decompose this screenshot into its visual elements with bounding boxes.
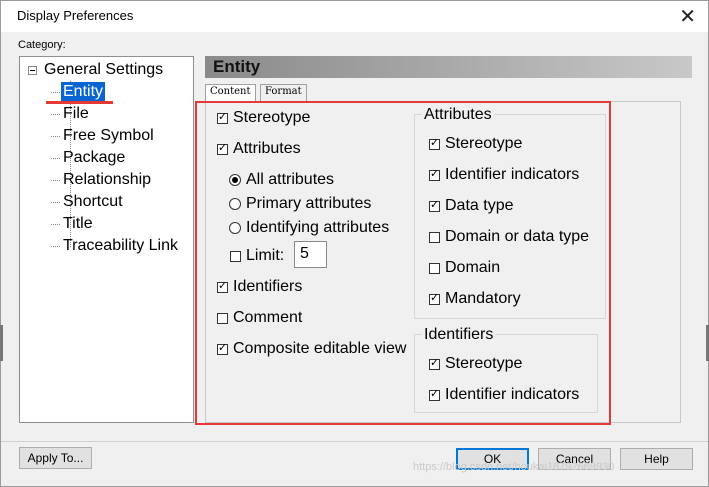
window-title: Display Preferences	[17, 8, 134, 23]
section-header: Entity	[205, 56, 692, 78]
tree-item-file[interactable]: File	[63, 104, 89, 124]
collapse-icon[interactable]	[28, 66, 37, 75]
tree-connector	[51, 180, 60, 181]
help-button[interactable]: Help	[620, 448, 693, 470]
tree-item-shortcut[interactable]: Shortcut	[63, 192, 123, 212]
tree-item-title[interactable]: Title	[63, 214, 93, 234]
category-tree[interactable]: General Settings Entity File Free Symbol…	[19, 56, 194, 423]
display-preferences-dialog: Display Preferences ✕ Category: General …	[0, 0, 709, 487]
tree-connector	[51, 158, 60, 159]
tree-item-relationship[interactable]: Relationship	[63, 170, 151, 190]
tree-connector	[51, 224, 60, 225]
divider	[1, 441, 708, 442]
annotation-highlight-box	[195, 101, 611, 425]
section-title: Entity	[213, 57, 261, 76]
tree-item-entity[interactable]: Entity	[61, 82, 106, 102]
tab-format[interactable]: Format	[260, 84, 307, 101]
tree-connector	[51, 202, 60, 203]
title-bar: Display Preferences ✕	[1, 1, 708, 32]
background-edge	[0, 325, 3, 361]
tree-connector	[51, 92, 60, 93]
tree-connector	[51, 246, 60, 247]
tree-item-general-settings[interactable]: General Settings	[44, 60, 163, 80]
apply-to-button[interactable]: Apply To...	[19, 447, 92, 469]
tab-content[interactable]: Content	[205, 84, 256, 102]
close-icon[interactable]: ✕	[679, 4, 696, 28]
watermark: https://blog.csdn.net/houkai18792669930	[413, 461, 615, 473]
annotation-underline	[46, 101, 113, 104]
tree-connector	[51, 136, 60, 137]
category-label: Category:	[18, 39, 66, 51]
tree-item-free-symbol[interactable]: Free Symbol	[63, 126, 154, 146]
tree-item-package[interactable]: Package	[63, 148, 125, 168]
tree-item-traceability-link[interactable]: Traceability Link	[63, 236, 178, 256]
tree-connector	[51, 114, 60, 115]
